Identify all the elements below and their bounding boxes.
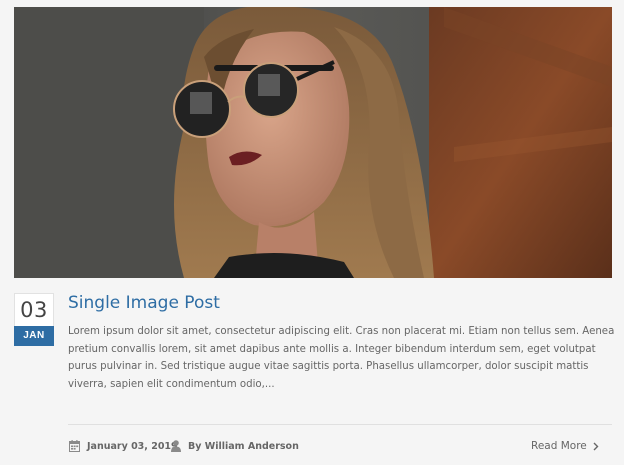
post-date-month: JAN	[14, 326, 54, 346]
post-title-link[interactable]: Single Image Post	[68, 292, 220, 314]
read-more-label: Read More	[531, 440, 587, 452]
post-meta-date: January 03, 2019	[69, 439, 178, 453]
user-icon	[171, 440, 181, 452]
post-featured-image[interactable]	[14, 7, 612, 278]
read-more-link[interactable]: Read More	[531, 438, 599, 454]
post-divider	[68, 424, 612, 425]
post-date-badge: 03 JAN	[14, 293, 54, 346]
calendar-icon	[69, 440, 80, 452]
post-meta-date-text: January 03, 2019	[87, 440, 178, 452]
chevron-right-icon	[593, 442, 599, 450]
post-meta-author-text: By William Anderson	[188, 440, 299, 452]
post-excerpt: Lorem ipsum dolor sit amet, consectetur …	[68, 326, 615, 390]
post-date-day: 03	[14, 293, 54, 326]
post-meta-author[interactable]: By William Anderson	[171, 439, 299, 453]
